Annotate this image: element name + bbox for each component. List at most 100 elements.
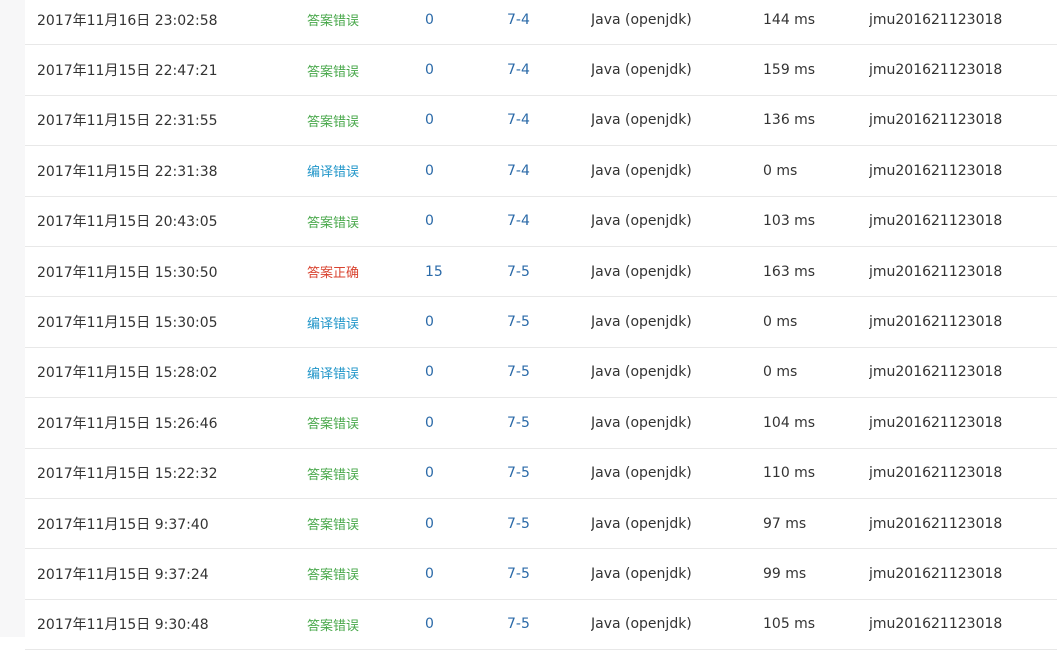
submission-user-cell: jmu201621123018 xyxy=(869,296,1057,348)
submission-user-cell: jmu201621123018 xyxy=(869,246,1057,298)
submission-score: 0 xyxy=(425,314,434,331)
submission-user-cell: jmu201621123018 xyxy=(869,44,1057,96)
problem-link[interactable]: 7-5 xyxy=(507,364,530,380)
submission-runtime: 0 ms xyxy=(763,162,798,179)
submission-status-link[interactable]: 答案正确 xyxy=(307,266,359,281)
submission-status-link-cell: 答案正确 xyxy=(307,246,425,298)
submission-language-cell: Java (openjdk) xyxy=(591,44,763,96)
submission-status-link[interactable]: 答案错误 xyxy=(307,468,359,483)
submission-score-cell: 0 xyxy=(425,498,507,550)
submission-score: 0 xyxy=(425,213,434,230)
submission-language-cell: Java (openjdk) xyxy=(591,347,763,399)
submission-runtime: 144 ms xyxy=(763,11,816,28)
table-row: 2017年11月15日 15:30:05 编译错误 0 7-5 Java (openjd… xyxy=(25,296,1057,348)
submission-score-cell: 0 xyxy=(425,448,507,499)
submission-user: jmu201621123018 xyxy=(869,565,1003,582)
submission-time: 2017年11月15日 15:28:02 xyxy=(37,365,218,382)
table-row: 2017年11月15日 9:37:40 答案错误 0 7-5 Java (openjdk… xyxy=(25,498,1057,550)
submission-time-cell: 2017年11月15日 15:26:46 xyxy=(25,397,307,449)
submission-language: Java (openjdk) xyxy=(591,465,692,482)
problem-link-cell: 7-4 xyxy=(507,95,591,147)
submission-language-cell: Java (openjdk) xyxy=(591,0,763,46)
submission-language: Java (openjdk) xyxy=(591,112,692,129)
table-row: 2017年11月16日 23:02:58 答案错误 0 7-4 Java (openjd… xyxy=(25,0,1057,46)
submission-status-link-cell: 答案错误 xyxy=(307,44,425,96)
problem-link[interactable]: 7-5 xyxy=(507,264,530,280)
table-row: 2017年11月15日 15:22:32 答案错误 0 7-5 Java (openjd… xyxy=(25,448,1057,499)
submission-user: jmu201621123018 xyxy=(869,616,1003,633)
submission-score-cell: 0 xyxy=(425,196,507,247)
submission-score-cell: 0 xyxy=(425,347,507,399)
submission-score-cell: 0 xyxy=(425,397,507,449)
submission-runtime: 105 ms xyxy=(763,616,816,633)
problem-link[interactable]: 7-5 xyxy=(507,465,530,481)
problem-link[interactable]: 7-4 xyxy=(507,163,530,179)
submission-runtime-cell: 159 ms xyxy=(763,44,869,96)
submission-status-link-cell: 答案错误 xyxy=(307,498,425,550)
submission-status-link[interactable]: 答案错误 xyxy=(307,14,359,29)
submission-status-link[interactable]: 编译错误 xyxy=(307,165,359,180)
problem-link[interactable]: 7-5 xyxy=(507,566,530,582)
submission-status-link-cell: 编译错误 xyxy=(307,347,425,399)
submission-status-link[interactable]: 答案错误 xyxy=(307,216,359,231)
submission-score-cell: 0 xyxy=(425,599,507,650)
submission-user-cell: jmu201621123018 xyxy=(869,145,1057,197)
submission-language-cell: Java (openjdk) xyxy=(591,296,763,348)
problem-link[interactable]: 7-5 xyxy=(507,415,530,431)
problem-link[interactable]: 7-4 xyxy=(507,112,530,128)
submission-user: jmu201621123018 xyxy=(869,465,1003,482)
problem-link-cell: 7-5 xyxy=(507,296,591,348)
submission-score: 0 xyxy=(425,364,434,381)
submission-runtime: 103 ms xyxy=(763,213,816,230)
submission-score: 0 xyxy=(425,465,434,482)
submission-status-link[interactable]: 答案错误 xyxy=(307,518,359,533)
submission-score-cell: 0 xyxy=(425,0,507,46)
submission-score: 0 xyxy=(425,565,434,582)
submission-user-cell: jmu201621123018 xyxy=(869,347,1057,399)
table-row: 2017年11月15日 22:31:38 编译错误 0 7-4 Java (openjd… xyxy=(25,145,1057,197)
table-row: 2017年11月15日 20:43:05 答案错误 0 7-4 Java (openjd… xyxy=(25,196,1057,247)
submission-language: Java (openjdk) xyxy=(591,11,692,28)
submission-runtime: 0 ms xyxy=(763,314,798,331)
submission-time: 2017年11月15日 20:43:05 xyxy=(37,214,218,231)
problem-link[interactable]: 7-4 xyxy=(507,62,530,78)
problem-link[interactable]: 7-4 xyxy=(507,213,530,229)
submission-time: 2017年11月15日 22:47:21 xyxy=(37,63,218,80)
submission-status-link-cell: 答案错误 xyxy=(307,196,425,247)
submission-status-link-cell: 编译错误 xyxy=(307,296,425,348)
submission-status-link[interactable]: 答案错误 xyxy=(307,115,359,130)
submission-time-cell: 2017年11月15日 15:30:05 xyxy=(25,296,307,348)
submissions-table: 2017年11月16日 23:02:58 答案错误 0 7-4 Java (openjd… xyxy=(25,0,1057,650)
problem-link[interactable]: 7-5 xyxy=(507,314,530,330)
submission-runtime: 136 ms xyxy=(763,112,816,129)
problem-link[interactable]: 7-4 xyxy=(507,12,530,28)
submission-language: Java (openjdk) xyxy=(591,62,692,79)
problem-link[interactable]: 7-5 xyxy=(507,516,530,532)
submission-time-cell: 2017年11月15日 15:22:32 xyxy=(25,448,307,499)
submission-status-link[interactable]: 答案错误 xyxy=(307,65,359,80)
submission-status-link[interactable]: 答案错误 xyxy=(307,417,359,432)
submissions-table-container: 2017年11月16日 23:02:58 答案错误 0 7-4 Java (openjd… xyxy=(25,0,1057,650)
problem-link-cell: 7-5 xyxy=(507,498,591,550)
submission-status-link[interactable]: 答案错误 xyxy=(307,619,359,634)
submission-status-link[interactable]: 编译错误 xyxy=(307,317,359,332)
submission-runtime-cell: 110 ms xyxy=(763,448,869,499)
submission-language: Java (openjdk) xyxy=(591,515,692,532)
submission-score-cell: 0 xyxy=(425,44,507,96)
submission-status-link-cell: 答案错误 xyxy=(307,448,425,499)
submission-runtime: 163 ms xyxy=(763,263,816,280)
submission-status-link[interactable]: 答案错误 xyxy=(307,568,359,583)
table-row: 2017年11月15日 15:28:02 编译错误 0 7-5 Java (openjd… xyxy=(25,347,1057,399)
problem-link-cell: 7-5 xyxy=(507,548,591,600)
problem-link[interactable]: 7-5 xyxy=(507,616,530,632)
submission-time: 2017年11月15日 22:31:55 xyxy=(37,113,218,130)
submission-status-link[interactable]: 编译错误 xyxy=(307,367,359,382)
submission-time-cell: 2017年11月15日 15:30:50 xyxy=(25,246,307,298)
submission-user-cell: jmu201621123018 xyxy=(869,448,1057,499)
submission-language: Java (openjdk) xyxy=(591,364,692,381)
problem-link-cell: 7-5 xyxy=(507,246,591,298)
submission-status-link-cell: 答案错误 xyxy=(307,397,425,449)
submission-language-cell: Java (openjdk) xyxy=(591,448,763,499)
submission-runtime-cell: 0 ms xyxy=(763,347,869,399)
problem-link-cell: 7-4 xyxy=(507,0,591,46)
